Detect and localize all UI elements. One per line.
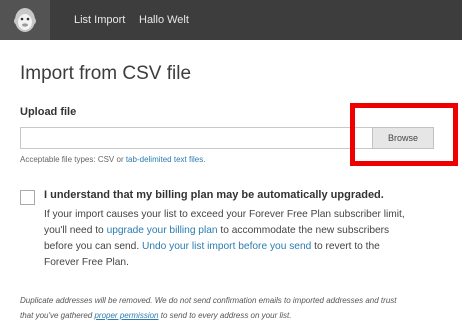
proper-permission-link[interactable]: proper permission [94,311,158,320]
tab-delimited-link[interactable]: tab-delimited text files [126,155,203,164]
footer-note-line: Duplicate addresses will be removed. We … [20,296,397,305]
nav-link-list-import[interactable]: List Import [74,0,125,40]
file-path-input[interactable] [20,127,372,149]
billing-upgrade-label: I understand that my billing plan may be… [44,189,384,201]
billing-upgrade-checkbox[interactable] [20,190,35,205]
billing-desc-text: you'll need to [44,225,107,236]
footer-note-text: to send to every address on your list. [158,311,292,320]
footer-note-line: that you've gathered proper permission t… [20,308,460,323]
billing-upgrade-description: If your import causes your list to excee… [44,207,454,271]
page-title: Import from CSV file [20,63,192,84]
billing-desc-line: If your import causes your list to excee… [44,209,405,220]
billing-desc-text: to accommodate the new subscribers [217,225,390,236]
mailchimp-freddie-icon [14,8,36,32]
file-type-hint-text: Acceptable file types: CSV or [20,155,126,164]
footer-note-text: that you've gathered [20,311,95,320]
top-nav-bar: List Import Hallo Welt [0,0,462,40]
billing-desc-line: before you can send. Undo your list impo… [44,239,454,255]
highlight-annotation [350,103,458,166]
billing-desc-text: before you can send. [44,241,142,252]
billing-desc-line: you'll need to upgrade your billing plan… [44,223,454,239]
logo-button[interactable] [0,0,50,40]
duplicate-addresses-note: Duplicate addresses will be removed. We … [20,293,460,323]
upload-file-label: Upload file [20,106,77,118]
import-page: List Import Hallo Welt Import from CSV f… [0,0,462,334]
billing-desc-text: to revert to the [311,241,380,252]
file-type-hint: Acceptable file types: CSV or tab-delimi… [20,155,205,164]
undo-list-import-link[interactable]: Undo your list import before you send [142,241,311,252]
upgrade-billing-plan-link[interactable]: upgrade your billing plan [107,225,218,236]
file-type-hint-end: . [203,155,206,164]
billing-desc-line: Forever Free Plan. [44,257,129,268]
nav-link-hallo-welt[interactable]: Hallo Welt [139,0,189,40]
